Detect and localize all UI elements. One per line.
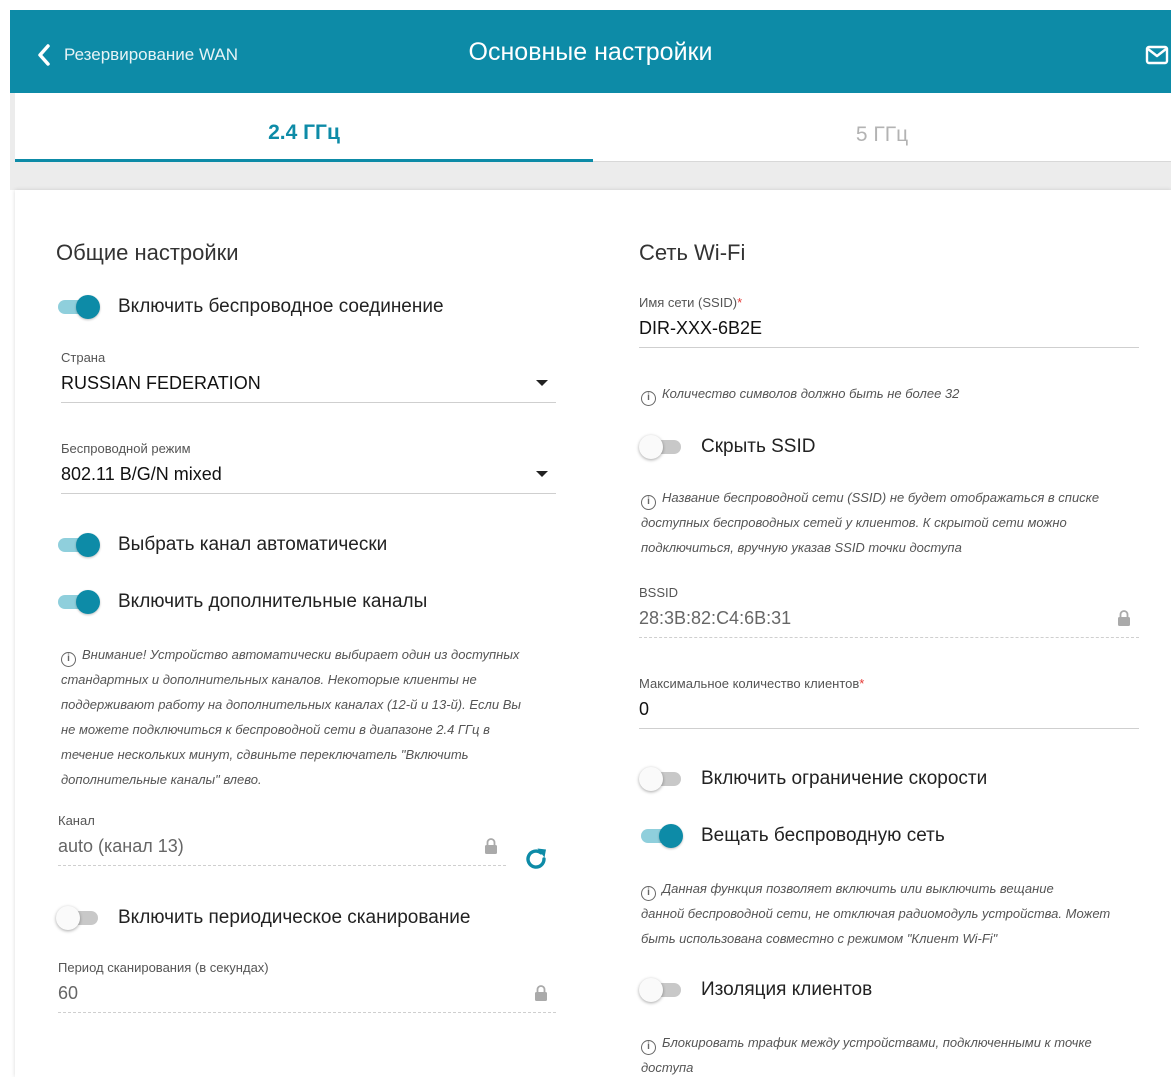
mode-label: Беспроводной режим (61, 441, 191, 456)
ssid-label: Имя сети (SSID)* (639, 295, 743, 310)
info-icon: i (641, 391, 656, 406)
scan-period-readonly-value: 60 (58, 975, 556, 1013)
hide-ssid-toggle-row[interactable]: Скрыть SSID (639, 435, 815, 459)
auto-channel-toggle[interactable] (56, 533, 102, 557)
dropdown-caret-icon (536, 471, 548, 477)
band-tabs: 2.4 ГГц 5 ГГц (15, 93, 1171, 162)
channel-label: Канал (58, 813, 95, 828)
broadcast-hint: i Данная функция позволяет включить или в… (641, 881, 1111, 946)
auto-channel-label: Выбрать канал автоматически (118, 534, 388, 555)
hide-ssid-label: Скрыть SSID (701, 436, 816, 457)
country-value: RUSSIAN FEDERATION (61, 373, 261, 393)
scan-period-field: Период сканирования (в секундах) 60 (58, 960, 556, 1013)
auto-channel-toggle-row[interactable]: Выбрать канал автоматически (56, 533, 387, 557)
tab-5ghz[interactable]: 5 ГГц (593, 93, 1171, 162)
lock-icon (485, 838, 497, 854)
max-clients-label: Максимальное количество клиентов* (639, 676, 865, 691)
bssid-readonly-value: 28:3B:82:C4:6B:31 (639, 600, 1139, 638)
periodic-scan-label: Включить периодическое сканирование (118, 907, 471, 928)
channel-readonly-value: auto (канал 13) (58, 828, 506, 866)
enable-wireless-toggle-row[interactable]: Включить беспроводное соединение (56, 295, 444, 319)
isolation-label: Изоляция клиентов (701, 979, 873, 1000)
info-icon: i (61, 652, 76, 667)
hide-ssid-hint: i Название беспроводной сети (SSID) не бу… (641, 490, 1100, 555)
ssid-hint: i Количество символов должно быть не боле… (641, 381, 1141, 406)
bssid-label: BSSID (639, 585, 679, 600)
required-marker: * (737, 295, 743, 310)
refresh-icon[interactable] (523, 846, 549, 872)
channel-field: Канал auto (канал 13) (58, 813, 506, 866)
section-title-wifi: Сеть Wi-Fi (639, 240, 746, 265)
bssid-field: BSSID 28:3B:82:C4:6B:31 (639, 585, 1139, 638)
periodic-scan-toggle-row[interactable]: Включить периодическое сканирование (56, 906, 470, 930)
scan-period-label: Период сканирования (в секундах) (58, 960, 269, 975)
periodic-scan-toggle[interactable] (56, 906, 102, 930)
info-icon: i (641, 1040, 656, 1055)
extra-channels-warning: i Внимание! Устройство автоматически выби… (61, 647, 521, 787)
lock-icon (535, 985, 547, 1001)
mode-select[interactable]: 802.11 B/G/N mixed (61, 456, 556, 494)
section-title-general: Общие настройки (56, 240, 239, 265)
extra-channels-toggle[interactable] (56, 590, 102, 614)
isolation-toggle[interactable] (639, 978, 685, 1002)
enable-wireless-toggle[interactable] (56, 295, 102, 319)
required-marker: * (859, 676, 865, 691)
max-clients-field: Максимальное количество клиентов* 0 (639, 676, 1139, 729)
extra-channels-toggle-row[interactable]: Включить дополнительные каналы (56, 590, 427, 614)
info-icon: i (641, 886, 656, 901)
isolation-toggle-row[interactable]: Изоляция клиентов (639, 978, 872, 1002)
info-icon: i (641, 495, 656, 510)
country-label: Страна (61, 350, 106, 365)
dropdown-caret-icon (536, 380, 548, 386)
tab-2-4ghz[interactable]: 2.4 ГГц (15, 93, 593, 162)
page-title: Основные настройки (468, 38, 713, 66)
country-field: Страна RUSSIAN FEDERATION (61, 350, 556, 403)
top-bar: Резервирование WAN Основные настройки (10, 10, 1171, 93)
lock-icon (1118, 610, 1130, 626)
mode-value: 802.11 B/G/N mixed (61, 464, 222, 484)
broadcast-label: Вещать беспроводную сеть (701, 825, 945, 846)
country-select[interactable]: RUSSIAN FEDERATION (61, 365, 556, 403)
ssid-input[interactable]: DIR-XXX-6B2E (639, 310, 1139, 348)
settings-card: Общие настройки Включить беспроводное со… (15, 190, 1171, 1077)
ssid-field: Имя сети (SSID)* DIR-XXX-6B2E (639, 295, 1139, 348)
speed-limit-toggle-row[interactable]: Включить ограничение скорости (639, 767, 987, 791)
broadcast-toggle-row[interactable]: Вещать беспроводную сеть (639, 824, 945, 848)
hide-ssid-toggle[interactable] (639, 435, 685, 459)
max-clients-input[interactable]: 0 (639, 691, 1139, 729)
speed-limit-toggle[interactable] (639, 767, 685, 791)
extra-channels-label: Включить дополнительные каналы (118, 591, 428, 612)
isolation-hint: i Блокировать трафик между устройствами, … (641, 1035, 1092, 1075)
mail-icon[interactable] (1145, 44, 1171, 66)
enable-wireless-label: Включить беспроводное соединение (118, 296, 444, 317)
mode-field: Беспроводной режим 802.11 B/G/N mixed (61, 441, 556, 494)
broadcast-toggle[interactable] (639, 824, 685, 848)
speed-limit-label: Включить ограничение скорости (701, 768, 988, 789)
